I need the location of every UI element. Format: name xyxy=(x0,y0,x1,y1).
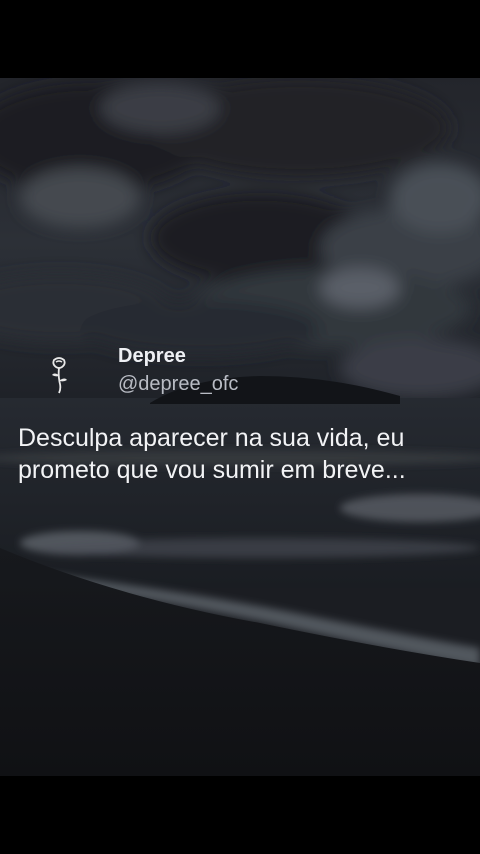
quote-post: Depree @depree_ofc Desculpa aparecer na … xyxy=(0,0,480,854)
author-name: Depree xyxy=(118,345,186,367)
post-text: Desculpa aparecer na sua vida, eu promet… xyxy=(18,424,406,484)
story-frame: Depree @depree_ofc Desculpa aparecer na … xyxy=(0,0,480,854)
rose-icon xyxy=(46,356,72,394)
author-handle: @depree_ofc xyxy=(118,373,239,395)
